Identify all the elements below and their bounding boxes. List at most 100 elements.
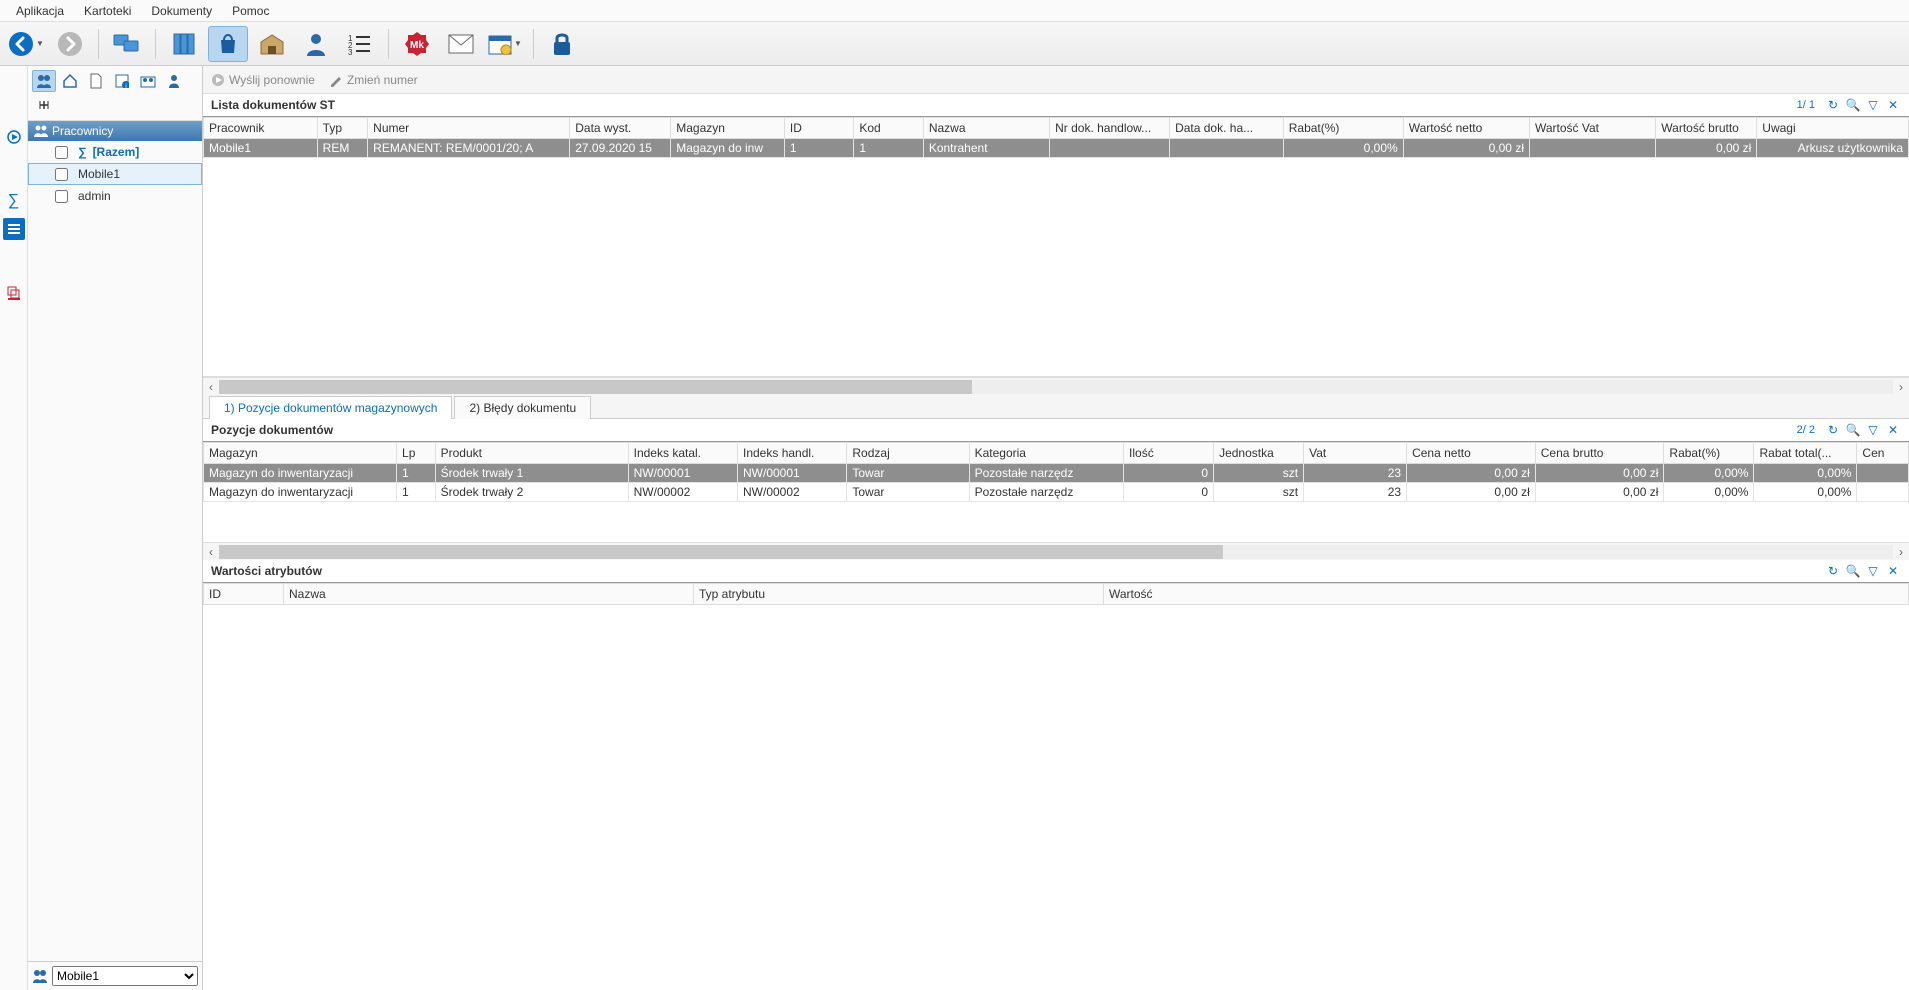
clear-filter-icon[interactable]: ✕ [1885,563,1901,579]
column-header[interactable]: Jednostka [1214,443,1304,464]
toolbar-computers-icon[interactable] [107,26,147,62]
column-header[interactable]: Data dok. ha... [1170,118,1284,139]
column-header[interactable]: Vat [1304,443,1407,464]
nav-back-button[interactable]: ▼ [6,26,46,62]
table-row[interactable]: Magazyn do inwentaryzacji1Środek trwały … [204,464,1909,483]
column-header[interactable]: Rabat total(... [1754,443,1857,464]
column-header[interactable]: Rodzaj [847,443,969,464]
column-header[interactable]: Wartość brutto [1656,118,1757,139]
tree-item-checkbox[interactable] [55,168,68,181]
rail-sigma-icon[interactable]: ∑ [3,190,25,212]
search-icon[interactable]: 🔍 [1845,97,1861,113]
column-header[interactable]: Ilość [1124,443,1214,464]
scroll-left-icon[interactable]: ‹ [203,380,219,394]
toolbar-person-icon[interactable] [296,26,336,62]
column-header[interactable]: Indeks handl. [738,443,847,464]
toolbar-shopping-bag-icon[interactable] [208,26,248,62]
tree-item[interactable]: Mobile1 [28,163,202,185]
column-header[interactable]: Lp [397,443,436,464]
column-header[interactable]: Magazyn [204,443,397,464]
column-header[interactable]: Wartość netto [1403,118,1529,139]
column-header[interactable]: Nr dok. handlow... [1050,118,1170,139]
toolbar-calendar-icon[interactable]: ▼ [485,26,525,62]
sidebar-tb-info-icon[interactable]: i [110,70,134,92]
menu-dokumenty[interactable]: Dokumenty [141,2,222,20]
rail-play-icon[interactable] [3,126,25,148]
positions-grid-scroll[interactable]: MagazynLpProduktIndeks katal.Indeks hand… [203,442,1909,542]
footer-employee-select[interactable]: Mobile1 [52,966,198,986]
scroll-right-icon[interactable]: › [1893,545,1909,559]
clear-filter-icon[interactable]: ✕ [1885,97,1901,113]
filter-icon[interactable]: ▽ [1865,97,1881,113]
column-header[interactable]: Data wyst. [570,118,671,139]
nav-forward-button[interactable] [50,26,90,62]
filter-icon[interactable]: ▽ [1865,563,1881,579]
search-icon[interactable]: 🔍 [1845,422,1861,438]
column-header[interactable]: Rabat(%) [1664,443,1754,464]
column-header[interactable]: Rabat(%) [1283,118,1403,139]
toolbar-lock-icon[interactable] [542,26,582,62]
search-icon[interactable]: 🔍 [1845,563,1861,579]
tree-item[interactable]: ∑[Razem] [28,141,202,163]
column-header[interactable]: Nazwa [284,584,694,605]
column-header[interactable]: Wartość [1104,584,1909,605]
column-header[interactable]: Wartość Vat [1529,118,1655,139]
sidebar-tb-group-icon[interactable] [136,70,160,92]
rail-list-icon[interactable] [3,218,25,240]
documents-hscroll[interactable]: ‹ › [203,377,1909,395]
tree-item-label: [Razem] [93,145,140,159]
sidebar-tb-document-icon[interactable] [84,70,108,92]
sidebar-tb-expand-icon[interactable] [32,94,56,116]
column-header[interactable]: ID [204,584,284,605]
column-header[interactable]: ID [784,118,853,139]
table-row[interactable]: Magazyn do inwentaryzacji1Środek trwały … [204,483,1909,502]
refresh-icon[interactable]: ↻ [1825,97,1841,113]
column-header[interactable]: Kategoria [969,443,1123,464]
tree-header[interactable]: Pracownicy [28,121,202,141]
tree-item-checkbox[interactable] [55,146,68,159]
scroll-right-icon[interactable]: › [1893,380,1909,394]
column-header[interactable]: Cena brutto [1535,443,1664,464]
sidebar-tb-user-icon[interactable] [162,70,186,92]
column-header[interactable]: Typ atrybutu [694,584,1104,605]
send-again-button[interactable]: Wyślij ponownie [211,73,315,87]
menu-pomoc[interactable]: Pomoc [222,2,279,20]
column-header[interactable]: Nazwa [923,118,1049,139]
column-header[interactable]: Uwagi [1757,118,1909,139]
tab-positions[interactable]: 1) Pozycje dokumentów magazynowych [209,396,452,419]
toolbar-binders-icon[interactable] [164,26,204,62]
column-header[interactable]: Magazyn [671,118,785,139]
users-icon [32,969,48,983]
change-number-button[interactable]: Zmień numer [329,73,418,87]
toolbar-envelope-icon[interactable] [441,26,481,62]
rail-remove-icon[interactable] [3,282,25,304]
tree-item-checkbox[interactable] [55,190,68,203]
refresh-icon[interactable]: ↻ [1825,563,1841,579]
menu-aplikacja[interactable]: Aplikacja [6,2,74,20]
attributes-grid-scroll[interactable]: IDNazwaTyp atrybutuWartość [203,583,1909,990]
table-cell: Kontrahent [923,139,1049,158]
column-header[interactable]: Indeks katal. [628,443,737,464]
menu-kartoteki[interactable]: Kartoteki [74,2,141,20]
table-row[interactable]: Mobile1REMREMANENT: REM/0001/20; A27.09.… [204,139,1909,158]
column-header[interactable]: Produkt [435,443,628,464]
toolbar-mk-badge-icon[interactable]: Mk [397,26,437,62]
toolbar-list-icon[interactable]: 123 [340,26,380,62]
refresh-icon[interactable]: ↻ [1825,422,1841,438]
toolbar-warehouse-icon[interactable] [252,26,292,62]
column-header[interactable]: Cen [1857,443,1909,464]
sidebar-tb-users-icon[interactable] [32,70,56,92]
tab-errors[interactable]: 2) Błędy dokumentu [454,396,591,419]
scroll-left-icon[interactable]: ‹ [203,545,219,559]
tree-item[interactable]: admin [28,185,202,207]
filter-icon[interactable]: ▽ [1865,422,1881,438]
clear-filter-icon[interactable]: ✕ [1885,422,1901,438]
column-header[interactable]: Cena netto [1407,443,1536,464]
column-header[interactable]: Pracownik [204,118,318,139]
documents-grid-scroll[interactable]: PracownikTypNumerData wyst.MagazynIDKodN… [203,117,1909,377]
column-header[interactable]: Typ [317,118,368,139]
column-header[interactable]: Numer [368,118,570,139]
sidebar-tb-home-icon[interactable] [58,70,82,92]
column-header[interactable]: Kod [854,118,923,139]
positions-hscroll[interactable]: ‹ › [203,542,1909,560]
